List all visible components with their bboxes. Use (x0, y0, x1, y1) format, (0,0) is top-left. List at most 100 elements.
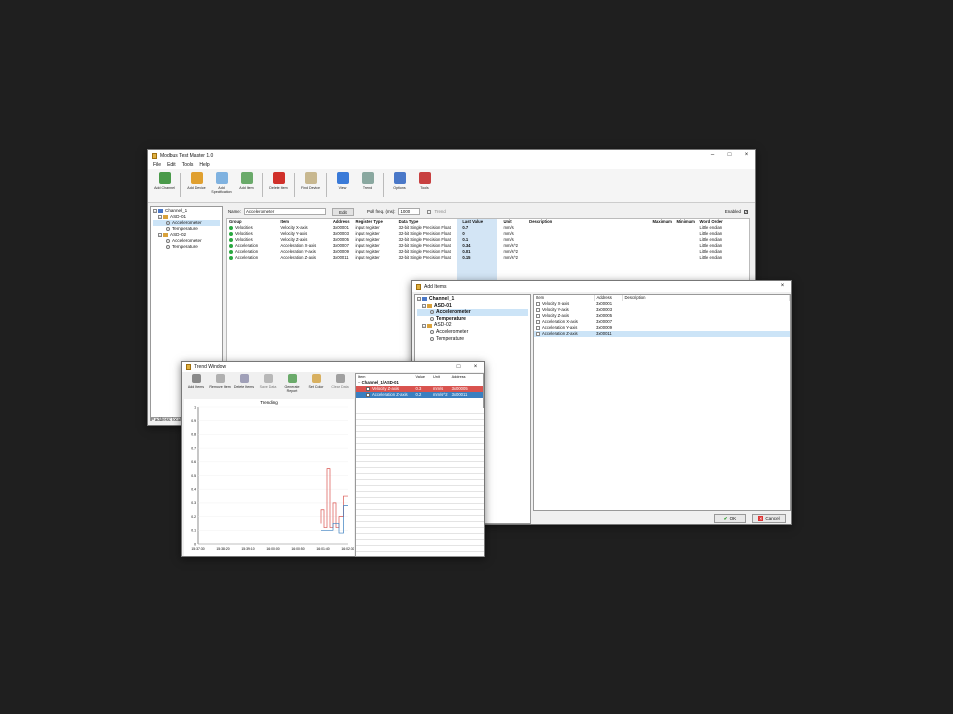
app-icon (152, 152, 157, 159)
tree-device[interactable]: − ASD-01 (417, 303, 528, 310)
trend-save-data-button[interactable]: Save Data (256, 374, 280, 398)
enabled-checkbox[interactable]: ✓ (744, 209, 748, 214)
trend-set-color-button[interactable]: Set Color (304, 374, 328, 398)
toolbar-view-button[interactable]: View (330, 172, 355, 190)
list-item[interactable]: Acceleration Z-axis 3x00011 (534, 331, 790, 337)
collapse-icon[interactable]: − (417, 297, 421, 302)
x-tick-label: 15:39:10 (241, 547, 254, 551)
trend-delete-items-button[interactable]: Delete Items (232, 374, 256, 398)
collapse-icon[interactable]: − (158, 215, 162, 219)
item-checkbox[interactable] (366, 392, 370, 397)
trend-items-table: Item Value Unit Address − Channel_1/ASD-01 V… (356, 374, 483, 398)
table-cell: 0.15 (462, 255, 471, 260)
ok-button[interactable]: ✔ OK (714, 514, 746, 523)
toolbar-trend-button[interactable]: Trend (355, 172, 380, 190)
item-checkbox[interactable] (536, 325, 540, 330)
x-tick-label: 16:00:50 (291, 547, 304, 551)
app-icon (186, 364, 191, 370)
collapse-icon[interactable]: − (422, 323, 426, 328)
device-icon (190, 172, 203, 184)
tree-spec[interactable]: Temperature (417, 316, 528, 323)
y-tick-label: 0.5 (191, 474, 196, 478)
address-cell: 3x00011 (596, 331, 612, 336)
collapse-icon[interactable]: − (153, 209, 157, 213)
item-checkbox[interactable] (536, 307, 540, 312)
tree-channel[interactable]: − Channel_1 (417, 296, 528, 303)
x-tick-label: 16:02:30 (341, 547, 354, 551)
close-icon[interactable]: × (467, 362, 484, 373)
main-titlebar[interactable]: Modbus Test Master 1.0 – □ × (148, 150, 755, 161)
tree-device[interactable]: − ASD-02 (417, 322, 528, 329)
edit-button[interactable]: Edit (331, 207, 354, 216)
menu-tools[interactable]: Tools (182, 162, 194, 168)
toolbar-device-button[interactable]: Add Device (184, 172, 209, 190)
options-icon (393, 172, 406, 184)
close-icon[interactable]: × (774, 281, 791, 292)
item-cell: Acceleration Z-axis (356, 392, 414, 398)
collapse-icon[interactable]: − (422, 303, 426, 308)
add-items-titlebar[interactable]: Add Items × (412, 281, 791, 292)
accelerometer-icon (430, 330, 434, 335)
column-header[interactable]: Maximum (651, 219, 675, 225)
maximize-icon[interactable]: □ (450, 362, 467, 373)
trend-window: Trend Window □ × Add Items Remove Item Del… (181, 361, 485, 557)
item-checkbox[interactable] (536, 313, 540, 318)
maximize-icon[interactable]: □ (721, 150, 738, 161)
add-items-list: Item Address Description Velocity X-axis 3x… (533, 294, 791, 511)
tree-spec[interactable]: Temperature (417, 336, 528, 343)
cancel-button[interactable]: ✕ Cancel (752, 514, 786, 523)
toolbar-separator (262, 173, 263, 197)
trend-clear-data-button[interactable]: Clear Data (328, 374, 352, 398)
x-tick-label: 16:01:40 (316, 547, 329, 551)
y-tick-label: 0.6 (191, 460, 196, 464)
toolbar-separator (326, 173, 327, 197)
acceleration-icon (229, 243, 233, 248)
collapse-icon[interactable]: − (158, 233, 162, 237)
poll-input[interactable]: 1000 (398, 208, 421, 215)
value-cell: 0.2 (415, 392, 422, 397)
toolbar-find-button[interactable]: Find Device (298, 172, 323, 190)
minimize-icon[interactable]: – (704, 150, 721, 161)
table-cell: mm/s^2 (503, 255, 518, 260)
name-input[interactable]: Accelerometer (243, 208, 326, 215)
item-checkbox[interactable] (366, 386, 370, 391)
table-row[interactable]: Acceleration Acceleration Z-axis 3x00011 in… (227, 255, 749, 261)
toolbar-spec-button[interactable]: Add Specification (209, 172, 234, 194)
tree-spec[interactable]: Temperature (153, 244, 220, 250)
trend-generate-report-button[interactable]: Generate Report (280, 374, 304, 398)
thermometer-icon (166, 245, 170, 249)
toolbar-tools-button[interactable]: Tools (412, 172, 437, 190)
item-checkbox[interactable] (536, 319, 540, 324)
series-line-1 (321, 505, 348, 534)
item-checkbox[interactable] (536, 301, 540, 306)
trend-titlebar[interactable]: Trend Window □ × (182, 362, 484, 372)
table-cell: Acceleration Z-axis (280, 255, 317, 260)
series-line-0 (320, 468, 348, 528)
table-cell (675, 255, 698, 261)
menu-help[interactable]: Help (199, 162, 209, 168)
velocity-icon (229, 231, 233, 236)
column-header[interactable]: Minimum (675, 219, 698, 225)
toolbar-options-button[interactable]: Options (387, 172, 412, 190)
tree-spec[interactable]: Accelerometer (417, 329, 528, 336)
menu-edit[interactable]: Edit (167, 162, 176, 168)
tree-spec[interactable]: Accelerometer (417, 309, 528, 316)
main-toolbar: Add Channel Add Device Add Specification Ad… (148, 169, 755, 203)
address-cell: 3x00011 (451, 392, 468, 397)
item-checkbox[interactable] (536, 331, 540, 336)
trend-item-row[interactable]: Acceleration Z-axis 0.2 mm/s^2 3x00011 (356, 392, 483, 398)
menu-file[interactable]: File (153, 162, 161, 168)
table-cell (527, 255, 650, 261)
main-title: Modbus Test Master 1.0 (160, 152, 214, 159)
toolbar-channel-button[interactable]: Add Channel (152, 172, 177, 190)
trend-remove-item-button[interactable]: Remove Item (208, 374, 232, 398)
trend-checkbox[interactable] (427, 209, 432, 214)
table-cell: input register (355, 255, 380, 260)
close-icon[interactable]: × (738, 150, 755, 161)
trend-add-items-button[interactable]: Add Items (184, 374, 208, 398)
trend-chart-area: Trending 1 0.9 0.8 0.7 0.6 0.5 0.4 0.3 0.2 0.1 0 15:… (184, 399, 355, 556)
table-cell: Little endian (699, 255, 723, 260)
toolbar-item-button[interactable]: Add Item (234, 172, 259, 190)
toolbar-delete-button[interactable]: Delete Item (266, 172, 291, 190)
app-icon (416, 283, 421, 290)
